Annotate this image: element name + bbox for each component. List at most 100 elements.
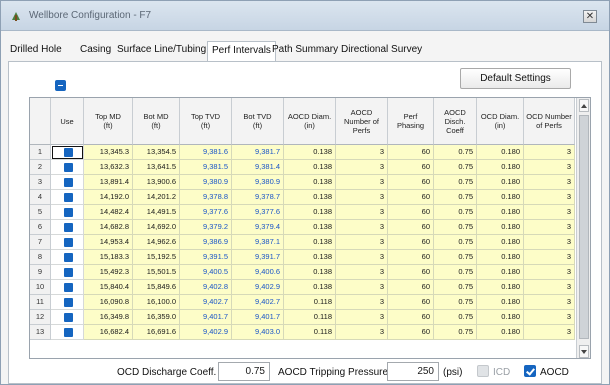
ocd-number-of-perfs-cell[interactable]: 3 xyxy=(524,265,575,280)
bot-tvd-cell[interactable]: 9,402.7 xyxy=(232,295,284,310)
close-button[interactable]: ✕ xyxy=(583,10,597,23)
top-tvd-cell[interactable]: 9,402.7 xyxy=(180,295,232,310)
row-number[interactable]: 10 xyxy=(30,280,51,295)
row-number[interactable]: 12 xyxy=(30,310,51,325)
aocd-tripping-pressure-input[interactable]: 250 xyxy=(387,362,439,381)
bot-md-cell[interactable]: 16,691.6 xyxy=(133,325,180,340)
top-md-cell[interactable]: 14,192.0 xyxy=(84,190,133,205)
aocd-diam-cell[interactable]: 0.138 xyxy=(284,205,336,220)
use-cell[interactable] xyxy=(51,160,84,175)
top-tvd-cell[interactable]: 9,378.8 xyxy=(180,190,232,205)
top-md-cell[interactable]: 16,349.8 xyxy=(84,310,133,325)
aocd-number-of-perfs-cell[interactable]: 3 xyxy=(336,310,388,325)
aocd-disch-coeff-cell[interactable]: 0.75 xyxy=(434,325,477,340)
ocd-diam-cell[interactable]: 0.180 xyxy=(477,310,524,325)
ocd-diam-cell[interactable]: 0.180 xyxy=(477,160,524,175)
bot-tvd-cell[interactable]: 9,381.7 xyxy=(232,145,284,160)
top-md-cell[interactable]: 16,682.4 xyxy=(84,325,133,340)
top-md-cell[interactable]: 14,482.4 xyxy=(84,205,133,220)
bot-md-cell[interactable]: 15,192.5 xyxy=(133,250,180,265)
bot-md-cell[interactable]: 14,491.5 xyxy=(133,205,180,220)
checkbox-checked-icon[interactable] xyxy=(64,193,73,202)
tab-directional-survey[interactable]: Directional Survey xyxy=(341,44,422,55)
scroll-up-arrow-icon[interactable] xyxy=(579,99,589,112)
perf-phasing-cell[interactable]: 60 xyxy=(388,325,434,340)
ocd-diam-cell[interactable]: 0.180 xyxy=(477,235,524,250)
bot-tvd-cell[interactable]: 9,387.1 xyxy=(232,235,284,250)
top-tvd-cell[interactable]: 9,379.2 xyxy=(180,220,232,235)
checkbox-checked-icon[interactable] xyxy=(64,283,73,292)
aocd-disch-coeff-cell[interactable]: 0.75 xyxy=(434,190,477,205)
top-tvd-cell[interactable]: 9,400.5 xyxy=(180,265,232,280)
top-tvd-cell[interactable]: 9,381.5 xyxy=(180,160,232,175)
aocd-number-of-perfs-cell[interactable]: 3 xyxy=(336,205,388,220)
aocd-disch-coeff-cell[interactable]: 0.75 xyxy=(434,145,477,160)
top-tvd-cell[interactable]: 9,381.6 xyxy=(180,145,232,160)
aocd-disch-coeff-cell[interactable]: 0.75 xyxy=(434,310,477,325)
bot-tvd-cell[interactable]: 9,378.7 xyxy=(232,190,284,205)
aocd-diam-cell[interactable]: 0.138 xyxy=(284,175,336,190)
aocd-diam-cell[interactable]: 0.138 xyxy=(284,160,336,175)
top-md-cell[interactable]: 15,840.4 xyxy=(84,280,133,295)
use-cell[interactable] xyxy=(51,220,84,235)
ocd-number-of-perfs-cell[interactable]: 3 xyxy=(524,145,575,160)
ocd-diam-cell[interactable]: 0.180 xyxy=(477,220,524,235)
aocd-disch-coeff-cell[interactable]: 0.75 xyxy=(434,160,477,175)
aocd-number-of-perfs-cell[interactable]: 3 xyxy=(336,325,388,340)
row-number[interactable]: 2 xyxy=(30,160,51,175)
bot-tvd-cell[interactable]: 9,403.0 xyxy=(232,325,284,340)
top-md-cell[interactable]: 13,891.4 xyxy=(84,175,133,190)
aocd-number-of-perfs-cell[interactable]: 3 xyxy=(336,145,388,160)
bot-md-cell[interactable]: 13,354.5 xyxy=(133,145,180,160)
use-cell[interactable] xyxy=(51,325,84,340)
aocd-number-of-perfs-cell[interactable]: 3 xyxy=(336,160,388,175)
aocd-number-of-perfs-cell[interactable]: 3 xyxy=(336,265,388,280)
ocd-discharge-coeff-input[interactable]: 0.75 xyxy=(218,362,270,381)
ocd-number-of-perfs-cell[interactable]: 3 xyxy=(524,205,575,220)
bot-tvd-cell[interactable]: 9,391.7 xyxy=(232,250,284,265)
aocd-diam-cell[interactable]: 0.138 xyxy=(284,250,336,265)
top-md-cell[interactable]: 15,183.3 xyxy=(84,250,133,265)
aocd-diam-cell[interactable]: 0.138 xyxy=(284,145,336,160)
aocd-disch-coeff-cell[interactable]: 0.75 xyxy=(434,175,477,190)
use-cell[interactable] xyxy=(51,145,84,160)
aocd-disch-coeff-cell[interactable]: 0.75 xyxy=(434,265,477,280)
scroll-down-arrow-icon[interactable] xyxy=(579,345,589,358)
tab-path-summary[interactable]: Path Summary xyxy=(272,44,338,55)
ocd-number-of-perfs-cell[interactable]: 3 xyxy=(524,250,575,265)
use-cell[interactable] xyxy=(51,175,84,190)
tab-casing[interactable]: Casing xyxy=(80,44,111,55)
ocd-number-of-perfs-cell[interactable]: 3 xyxy=(524,190,575,205)
top-md-cell[interactable]: 13,345.3 xyxy=(84,145,133,160)
checkbox-checked-icon[interactable] xyxy=(64,328,73,337)
use-cell[interactable] xyxy=(51,280,84,295)
ocd-diam-cell[interactable]: 0.180 xyxy=(477,145,524,160)
checkbox-checked-icon[interactable] xyxy=(64,223,73,232)
use-cell[interactable] xyxy=(51,310,84,325)
aocd-disch-coeff-cell[interactable]: 0.75 xyxy=(434,235,477,250)
top-tvd-cell[interactable]: 9,386.9 xyxy=(180,235,232,250)
checkbox-checked-icon[interactable] xyxy=(64,313,73,322)
aocd-number-of-perfs-cell[interactable]: 3 xyxy=(336,220,388,235)
top-tvd-cell[interactable]: 9,391.5 xyxy=(180,250,232,265)
top-tvd-cell[interactable]: 9,401.7 xyxy=(180,310,232,325)
use-cell[interactable] xyxy=(51,295,84,310)
default-settings-button[interactable]: Default Settings xyxy=(460,68,571,89)
collapse-icon[interactable] xyxy=(55,80,66,91)
ocd-diam-cell[interactable]: 0.180 xyxy=(477,205,524,220)
aocd-diam-cell[interactable]: 0.138 xyxy=(284,190,336,205)
ocd-number-of-perfs-cell[interactable]: 3 xyxy=(524,295,575,310)
checkbox-checked-icon[interactable] xyxy=(64,163,73,172)
bot-md-cell[interactable]: 14,962.6 xyxy=(133,235,180,250)
aocd-disch-coeff-cell[interactable]: 0.75 xyxy=(434,205,477,220)
bot-tvd-cell[interactable]: 9,380.9 xyxy=(232,175,284,190)
row-number[interactable]: 7 xyxy=(30,235,51,250)
perf-phasing-cell[interactable]: 60 xyxy=(388,160,434,175)
row-number[interactable]: 4 xyxy=(30,190,51,205)
row-number[interactable]: 5 xyxy=(30,205,51,220)
top-tvd-cell[interactable]: 9,402.8 xyxy=(180,280,232,295)
checkbox-checked-icon[interactable] xyxy=(64,268,73,277)
ocd-number-of-perfs-cell[interactable]: 3 xyxy=(524,235,575,250)
ocd-number-of-perfs-cell[interactable]: 3 xyxy=(524,325,575,340)
bot-tvd-cell[interactable]: 9,381.4 xyxy=(232,160,284,175)
